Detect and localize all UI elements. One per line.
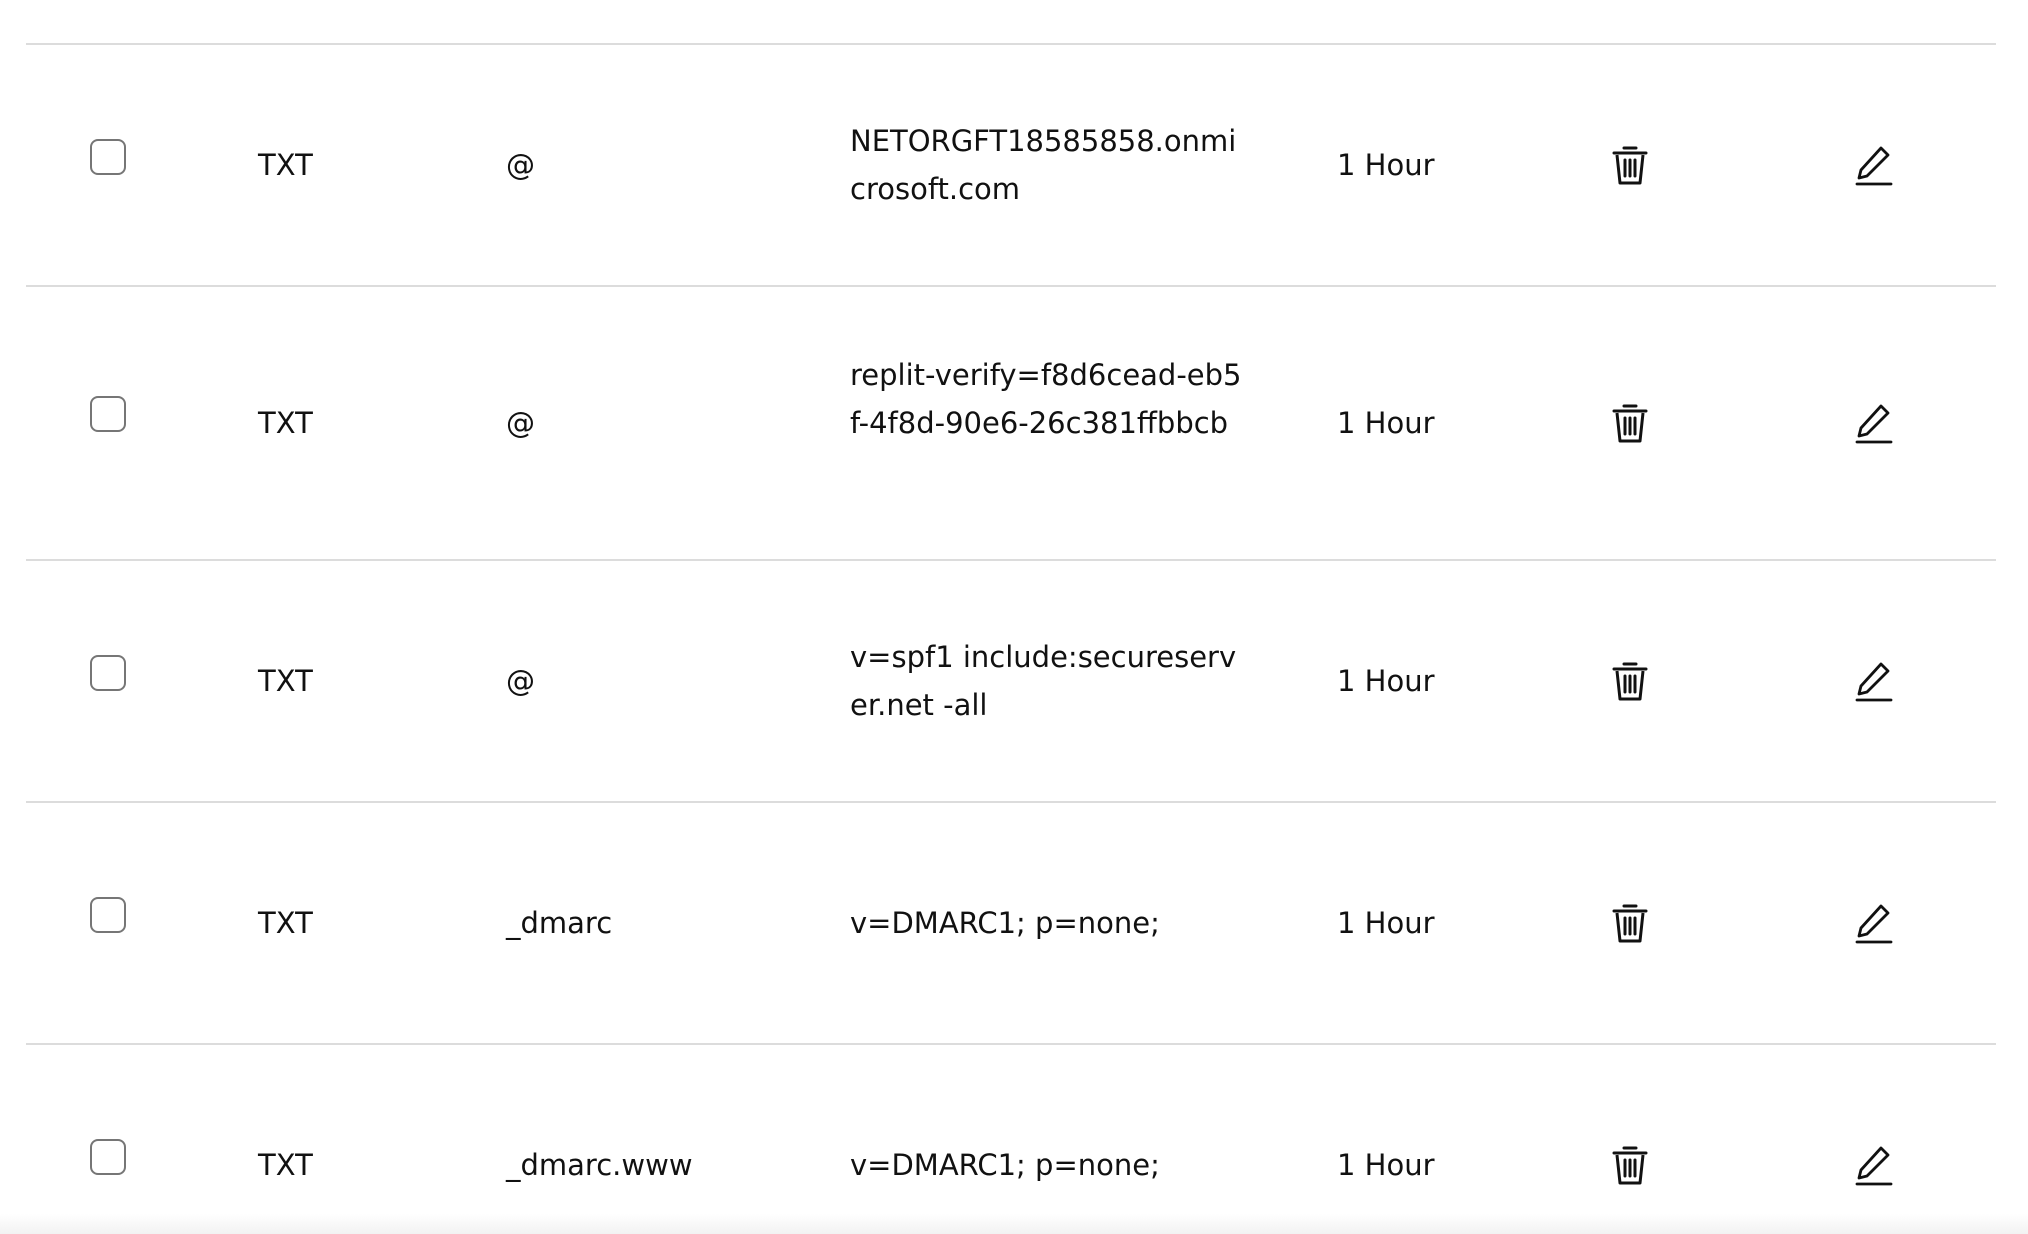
table-row: TXT @ NETORGFT18585858.onmicrosoft.com 1… (26, 45, 1996, 287)
record-type: TXT (258, 1148, 313, 1182)
record-name: @ (506, 148, 535, 182)
record-ttl: 1 Hour (1337, 664, 1435, 698)
record-ttl: 1 Hour (1337, 406, 1435, 440)
row-select-checkbox[interactable] (90, 139, 126, 175)
edit-button[interactable] (1850, 399, 1898, 447)
row-select-checkbox[interactable] (90, 396, 126, 432)
record-value: v=DMARC1; p=none; (850, 1148, 1160, 1182)
pencil-icon (1855, 904, 1893, 944)
record-type: TXT (258, 664, 313, 698)
row-select-checkbox[interactable] (90, 1139, 126, 1175)
delete-button[interactable] (1606, 899, 1654, 947)
record-value: v=spf1 include:secureserver.net -all (850, 640, 1237, 722)
delete-button[interactable] (1606, 657, 1654, 705)
table-row: TXT _dmarc.www v=DMARC1; p=none; 1 Hour (26, 1045, 1996, 1234)
record-value: replit-verify=f8d6cead-eb5f-4f8d-90e6-26… (850, 358, 1242, 440)
edit-button[interactable] (1850, 1141, 1898, 1189)
record-type: TXT (258, 906, 313, 940)
row-select-checkbox[interactable] (90, 897, 126, 933)
pencil-icon (1855, 662, 1893, 702)
delete-button[interactable] (1606, 399, 1654, 447)
pencil-icon (1855, 404, 1893, 444)
edit-button[interactable] (1850, 657, 1898, 705)
record-type: TXT (258, 406, 313, 440)
table-row: TXT @ v=spf1 include:secureserver.net -a… (26, 561, 1996, 803)
trash-icon (1612, 146, 1648, 185)
record-name: @ (506, 406, 535, 440)
trash-icon (1612, 662, 1648, 701)
record-ttl: 1 Hour (1337, 1148, 1435, 1182)
record-value: NETORGFT18585858.onmicrosoft.com (850, 124, 1237, 206)
record-name: _dmarc.www (506, 1148, 693, 1182)
trash-icon (1612, 904, 1648, 943)
trash-icon (1612, 1146, 1648, 1185)
pencil-icon (1855, 1146, 1893, 1186)
record-type: TXT (258, 148, 313, 182)
edit-button[interactable] (1850, 899, 1898, 947)
edit-button[interactable] (1850, 141, 1898, 189)
scroll-fade (0, 1214, 2028, 1234)
delete-button[interactable] (1606, 141, 1654, 189)
delete-button[interactable] (1606, 1141, 1654, 1189)
pencil-icon (1855, 146, 1893, 186)
record-value: v=DMARC1; p=none; (850, 906, 1160, 940)
table-row: TXT @ replit-verify=f8d6cead-eb5f-4f8d-9… (26, 287, 1996, 561)
trash-icon (1612, 404, 1648, 443)
record-name: _dmarc (506, 906, 613, 940)
record-name: @ (506, 664, 535, 698)
row-select-checkbox[interactable] (90, 655, 126, 691)
record-ttl: 1 Hour (1337, 148, 1435, 182)
record-ttl: 1 Hour (1337, 906, 1435, 940)
table-row: TXT _dmarc v=DMARC1; p=none; 1 Hour (26, 803, 1996, 1045)
